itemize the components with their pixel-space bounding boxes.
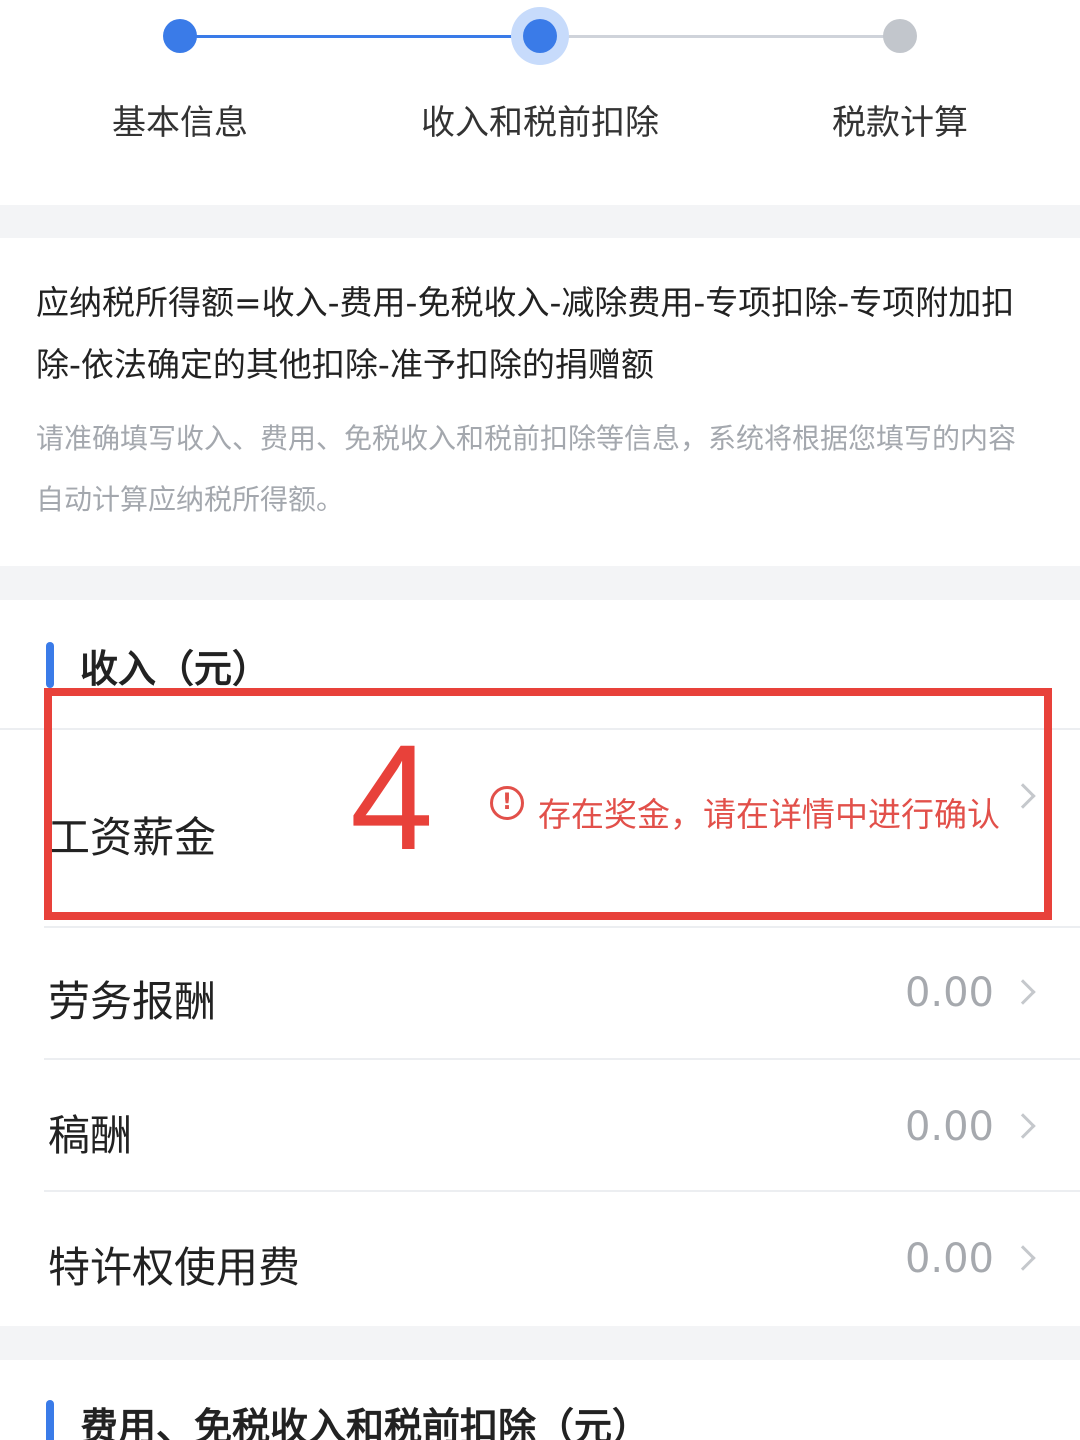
- progress-stepper: 基本信息 收入和税前扣除 税款计算: [0, 0, 1080, 205]
- section-accent-bar: [46, 642, 54, 688]
- step-connector-done: [180, 35, 540, 38]
- income-section-title: 收入（元）: [80, 646, 271, 691]
- annotation-number: 4: [350, 713, 434, 881]
- tax-formula: 应纳税所得额=收入-费用-免税收入-减除费用-专项扣除-专项附加扣除-依法确定的…: [36, 283, 1015, 384]
- section-gap: [0, 1326, 1080, 1360]
- income-row-labor[interactable]: 劳务报酬 0.00: [0, 928, 1080, 1058]
- chevron-right-icon: [1010, 979, 1036, 1005]
- step-dot-tax-calculation: [883, 19, 917, 53]
- step-label-tax-calculation: 税款计算: [832, 103, 968, 143]
- income-row-royalty[interactable]: 稿酬 0.00: [0, 1060, 1080, 1190]
- step-label-income-deduction: 收入和税前扣除: [421, 103, 659, 143]
- income-section-header: 收入（元）: [46, 640, 271, 691]
- row-value-labor: 0.00: [904, 970, 994, 1016]
- row-label-royalty: 稿酬: [48, 1111, 133, 1160]
- step-label-basic-info: 基本信息: [112, 103, 248, 143]
- row-label-franchise: 特许权使用费: [48, 1243, 301, 1292]
- section-gap: [0, 566, 1080, 600]
- formula-hint: 请准确填写收入、费用、免税收入和税前扣除等信息，系统将根据您填写的内容自动计算应…: [36, 422, 1017, 516]
- section-accent-bar: [46, 1400, 54, 1440]
- income-row-franchise[interactable]: 特许权使用费 0.00: [0, 1192, 1080, 1324]
- expenses-section-title: 费用、免税收入和税前扣除（元）: [80, 1404, 651, 1440]
- step-dot-income-deduction: [511, 7, 569, 65]
- step-connector-todo: [540, 35, 900, 38]
- row-value-franchise: 0.00: [904, 1236, 994, 1282]
- row-label-labor: 劳务报酬: [48, 977, 217, 1026]
- section-gap: [0, 205, 1080, 238]
- chevron-right-icon: [1010, 1113, 1036, 1139]
- step-dot-basic-info: [163, 19, 197, 53]
- annotation-highlight-box: [44, 688, 1052, 920]
- row-value-royalty: 0.00: [904, 1104, 994, 1150]
- chevron-right-icon: [1010, 1245, 1036, 1271]
- expenses-section-header: 费用、免税收入和税前扣除（元）: [46, 1398, 650, 1440]
